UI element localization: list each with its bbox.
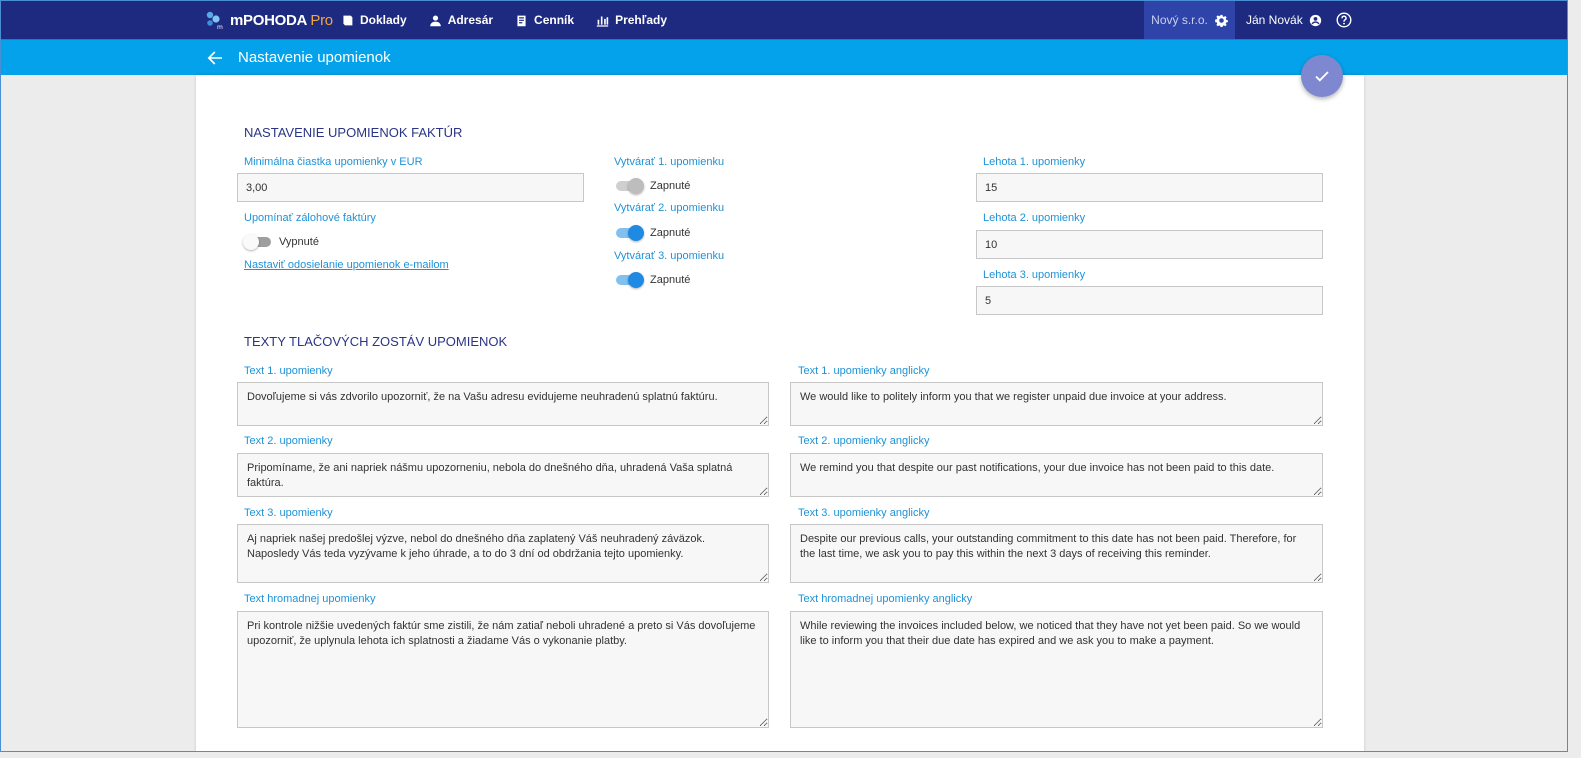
company-selector[interactable]: Nový s.r.o. <box>1144 1 1235 39</box>
gear-icon <box>1215 14 1228 27</box>
account-circle-icon <box>1309 14 1321 26</box>
toggle-knob <box>628 225 644 241</box>
period-3-input[interactable] <box>976 286 1323 315</box>
toggle-knob <box>243 234 259 250</box>
toggle-knob <box>628 272 644 288</box>
chart-icon <box>596 15 609 27</box>
create-reminder-2-label: Vytvárať 2. upomienku <box>614 202 725 214</box>
text-2-en-label: Text 2. upomienky anglicky <box>798 435 930 447</box>
period-3-label: Lehota 3. upomienky <box>983 269 1086 281</box>
period-2-label: Lehota 2. upomienky <box>983 212 1086 224</box>
person-icon <box>429 14 441 26</box>
text-3-en-label: Text 3. upomienky anglicky <box>798 507 930 519</box>
advance-invoices-label: Upomínať zálohové faktúry <box>244 212 376 224</box>
settings-card: NASTAVENIE UPOMIENOK FAKTÚR Minimálna či… <box>196 75 1364 751</box>
text-2-en-textarea[interactable]: We remind you that despite our past noti… <box>790 453 1323 497</box>
section-title-texts: TEXTY TLAČOVÝCH ZOSTÁV UPOMIENOK <box>244 334 508 349</box>
text-2-textarea[interactable]: Pripomíname, že ani napriek nášmu upozor… <box>237 453 769 497</box>
pohoda-logo-icon: m <box>206 11 223 30</box>
main-nav: Doklady Adresár Cenník Prehľady <box>341 1 667 39</box>
create-reminder-3-toggle[interactable]: Zapnuté <box>616 272 690 288</box>
bulk-text-textarea[interactable]: Pri kontrole nižšie uvedených faktúr sme… <box>237 611 769 728</box>
create-reminder-3-label: Vytvárať 3. upomienku <box>614 250 725 262</box>
toggle-track <box>616 178 644 194</box>
advance-invoices-toggle[interactable]: Vypnuté <box>243 234 319 250</box>
section-title-reminders: NASTAVENIE UPOMIENOK FAKTÚR <box>244 125 463 140</box>
text-3-label: Text 3. upomienky <box>244 507 333 519</box>
text-2-label: Text 2. upomienky <box>244 435 333 447</box>
toggle-knob <box>628 178 644 194</box>
create-reminder-1-label: Vytvárať 1. upomienku <box>614 156 725 168</box>
nav-item-adresar[interactable]: Adresár <box>429 13 493 27</box>
toggle-track <box>616 272 644 288</box>
toggle-track <box>616 225 644 241</box>
period-1-input[interactable] <box>976 173 1323 202</box>
period-1-label: Lehota 1. upomienky <box>983 156 1086 168</box>
arrow-back-icon[interactable] <box>207 50 223 66</box>
app-window: m mPOHODA Pro Doklady Adresár Cenník Pre… <box>0 0 1568 752</box>
email-settings-link[interactable]: Nastaviť odosielanie upomienok e-mailom <box>244 259 449 271</box>
nav-item-prehlady[interactable]: Prehľady <box>596 13 667 27</box>
nav-item-cennik[interactable]: Cenník <box>515 13 574 27</box>
min-amount-input[interactable] <box>237 173 584 202</box>
period-2-input[interactable] <box>976 230 1323 259</box>
text-1-label: Text 1. upomienky <box>244 365 333 377</box>
brand-name: mPOHODA Pro <box>230 11 333 29</box>
bulk-text-en-textarea[interactable]: While reviewing the invoices included be… <box>790 611 1323 728</box>
text-3-en-textarea[interactable]: Despite our previous calls, your outstan… <box>790 524 1323 583</box>
bulk-text-en-label: Text hromadnej upomienky anglicky <box>798 593 973 605</box>
toggle-track <box>243 234 271 250</box>
text-3-textarea[interactable]: Aj napriek našej predošlej výzve, nebol … <box>237 524 769 583</box>
create-reminder-2-toggle[interactable]: Zapnuté <box>616 225 690 241</box>
check-icon <box>1315 71 1329 82</box>
create-reminder-1-toggle[interactable]: Zapnuté <box>616 178 690 194</box>
min-amount-label: Minimálna čiastka upomienky v EUR <box>244 156 423 168</box>
page-title: Nastavenie upomienok <box>238 49 391 66</box>
text-1-en-label: Text 1. upomienky anglicky <box>798 365 930 377</box>
svg-text:m: m <box>217 24 223 30</box>
help-icon[interactable] <box>1336 12 1352 28</box>
save-button[interactable] <box>1301 55 1343 97</box>
bulk-text-label: Text hromadnej upomienky <box>244 593 376 605</box>
top-navbar: m mPOHODA Pro Doklady Adresár Cenník Pre… <box>1 1 1567 39</box>
text-1-textarea[interactable]: Dovoľujeme si vás zdvorilo upozorniť, že… <box>237 382 769 426</box>
nav-item-doklady[interactable]: Doklady <box>341 13 407 27</box>
pricelist-icon <box>517 15 526 26</box>
user-menu[interactable]: Ján Novák <box>1246 1 1322 39</box>
text-1-en-textarea[interactable]: We would like to politely inform you tha… <box>790 382 1323 426</box>
brand[interactable]: m mPOHODA Pro <box>205 1 333 39</box>
documents-icon <box>343 15 353 25</box>
